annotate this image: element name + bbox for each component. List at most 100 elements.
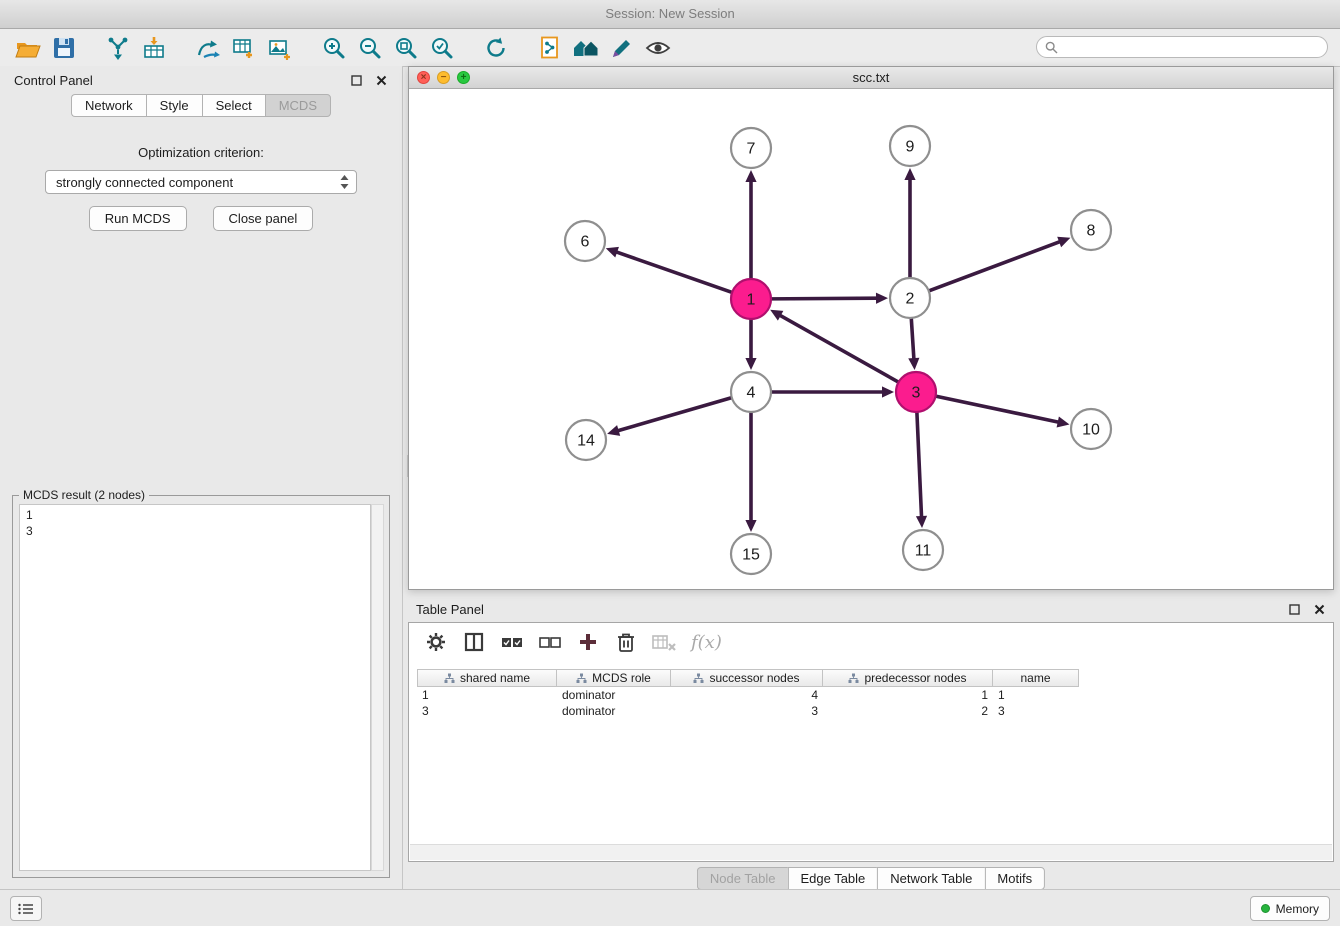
gear-icon <box>425 631 447 653</box>
close-panel-button[interactable] <box>375 74 388 87</box>
network-graph[interactable]: 1234678910111415 <box>409 89 1333 590</box>
graph-edge-3-11[interactable] <box>917 412 922 516</box>
zoom-in-button[interactable] <box>316 32 352 64</box>
graph-edge-2-3[interactable] <box>911 318 914 358</box>
cell-name[interactable]: 3 <box>993 704 1079 718</box>
table-row[interactable]: 1 dominator 4 1 1 <box>417 687 1333 703</box>
mcds-result-list[interactable]: 1 3 <box>19 504 371 871</box>
node-table-body: f(x) shared name MCDS role successor nod… <box>408 622 1334 862</box>
show-hide-panel-button[interactable] <box>640 32 676 64</box>
run-mcds-button[interactable]: Run MCDS <box>89 206 187 231</box>
graph-edge-arrowhead <box>916 516 927 528</box>
import-network-button[interactable] <box>100 32 136 64</box>
task-history-button[interactable] <box>10 896 42 921</box>
home-view-button[interactable] <box>568 32 604 64</box>
column-header-mcds-role[interactable]: MCDS role <box>557 669 671 687</box>
zoom-selected-button[interactable] <box>424 32 460 64</box>
cell-mcds-role[interactable]: dominator <box>557 704 671 718</box>
horizontal-scrollbar[interactable] <box>410 844 1332 860</box>
table-panel: Table Panel <box>408 598 1334 890</box>
plus-icon <box>577 631 599 653</box>
tab-motifs[interactable]: Motifs <box>984 867 1045 890</box>
cell-predecessor-nodes[interactable]: 2 <box>823 704 993 718</box>
table-row[interactable]: 3 dominator 3 2 3 <box>417 703 1333 719</box>
close-table-panel-button[interactable] <box>1313 603 1326 616</box>
refresh-button[interactable] <box>478 32 514 64</box>
function-builder-button[interactable]: f(x) <box>687 632 722 653</box>
open-file-button[interactable] <box>10 32 46 64</box>
column-header-successor-nodes[interactable]: successor nodes <box>671 669 823 687</box>
toolbar-search[interactable] <box>1036 36 1328 58</box>
cell-mcds-role[interactable]: dominator <box>557 688 671 702</box>
select-all-columns-button[interactable] <box>497 628 527 656</box>
result-scrollbar[interactable] <box>371 504 384 871</box>
import-table-icon <box>141 35 167 61</box>
tab-network[interactable]: Network <box>71 94 146 117</box>
new-table-button[interactable] <box>226 32 262 64</box>
tab-style[interactable]: Style <box>146 94 202 117</box>
graph-edge-4-14[interactable] <box>619 398 732 431</box>
close-panel-action-button[interactable]: Close panel <box>213 206 314 231</box>
new-network-button[interactable] <box>190 32 226 64</box>
criterion-dropdown-value: strongly connected component <box>56 175 339 190</box>
show-columns-button[interactable] <box>459 628 489 656</box>
graph-edge-1-2[interactable] <box>771 298 876 299</box>
zoom-in-icon <box>321 35 347 61</box>
graph-node-label: 6 <box>581 234 590 251</box>
export-image-button[interactable] <box>262 32 298 64</box>
main-toolbar <box>0 29 1340 67</box>
graph-edge-3-10[interactable] <box>936 396 1058 422</box>
float-icon <box>1289 604 1300 615</box>
zoom-out-button[interactable] <box>352 32 388 64</box>
network-canvas[interactable]: 1234678910111415 <box>409 89 1333 589</box>
control-panel-title: Control Panel <box>14 73 93 88</box>
add-row-button[interactable] <box>573 628 603 656</box>
column-header-name[interactable]: name <box>993 669 1079 687</box>
table-settings-button[interactable] <box>421 628 451 656</box>
window-titlebar[interactable]: Session: New Session <box>0 0 1340 29</box>
tab-network-table[interactable]: Network Table <box>877 867 984 890</box>
open-network-file-button[interactable] <box>532 32 568 64</box>
criterion-dropdown[interactable]: strongly connected component <box>45 170 357 194</box>
delete-row-button[interactable] <box>611 628 641 656</box>
table-header-row: shared name MCDS role successor nodes pr… <box>417 669 1333 687</box>
status-bar: Memory <box>0 889 1340 926</box>
search-input[interactable] <box>1064 39 1319 55</box>
network-window-titlebar[interactable]: × − + scc.txt <box>409 67 1333 89</box>
zoom-fit-icon <box>393 35 419 61</box>
style-brush-icon <box>609 35 635 61</box>
table-panel-title: Table Panel <box>416 602 484 617</box>
mcds-result-line: 1 <box>26 507 364 523</box>
graph-edge-arrowhead <box>876 293 888 304</box>
tab-select[interactable]: Select <box>202 94 265 117</box>
import-table-button[interactable] <box>136 32 172 64</box>
cell-successor-nodes[interactable]: 4 <box>671 688 823 702</box>
graph-edge-2-8[interactable] <box>929 242 1059 291</box>
maximize-window-button[interactable]: + <box>457 71 470 84</box>
cell-shared-name[interactable]: 1 <box>417 688 557 702</box>
column-header-predecessor-nodes[interactable]: predecessor nodes <box>823 669 993 687</box>
tab-node-table[interactable]: Node Table <box>697 867 788 890</box>
memory-button[interactable]: Memory <box>1250 896 1330 921</box>
table-tabs: Node Table Edge Table Network Table Moti… <box>697 867 1045 890</box>
close-window-button[interactable]: × <box>417 71 430 84</box>
delete-table-button[interactable] <box>649 628 679 656</box>
column-header-shared-name[interactable]: shared name <box>417 669 557 687</box>
float-table-panel-button[interactable] <box>1288 603 1301 616</box>
zoom-fit-button[interactable] <box>388 32 424 64</box>
save-session-button[interactable] <box>46 32 82 64</box>
zoom-out-icon <box>357 35 383 61</box>
cell-predecessor-nodes[interactable]: 1 <box>823 688 993 702</box>
graph-edge-3-1[interactable] <box>781 316 899 382</box>
new-network-icon <box>195 35 221 61</box>
tab-edge-table[interactable]: Edge Table <box>787 867 877 890</box>
apply-style-button[interactable] <box>604 32 640 64</box>
cell-name[interactable]: 1 <box>993 688 1079 702</box>
graph-edge-1-6[interactable] <box>617 252 732 292</box>
cell-successor-nodes[interactable]: 3 <box>671 704 823 718</box>
tab-mcds[interactable]: MCDS <box>265 94 331 117</box>
cell-shared-name[interactable]: 3 <box>417 704 557 718</box>
deselect-all-columns-button[interactable] <box>535 628 565 656</box>
minimize-window-button[interactable]: − <box>437 71 450 84</box>
float-panel-button[interactable] <box>350 74 363 87</box>
